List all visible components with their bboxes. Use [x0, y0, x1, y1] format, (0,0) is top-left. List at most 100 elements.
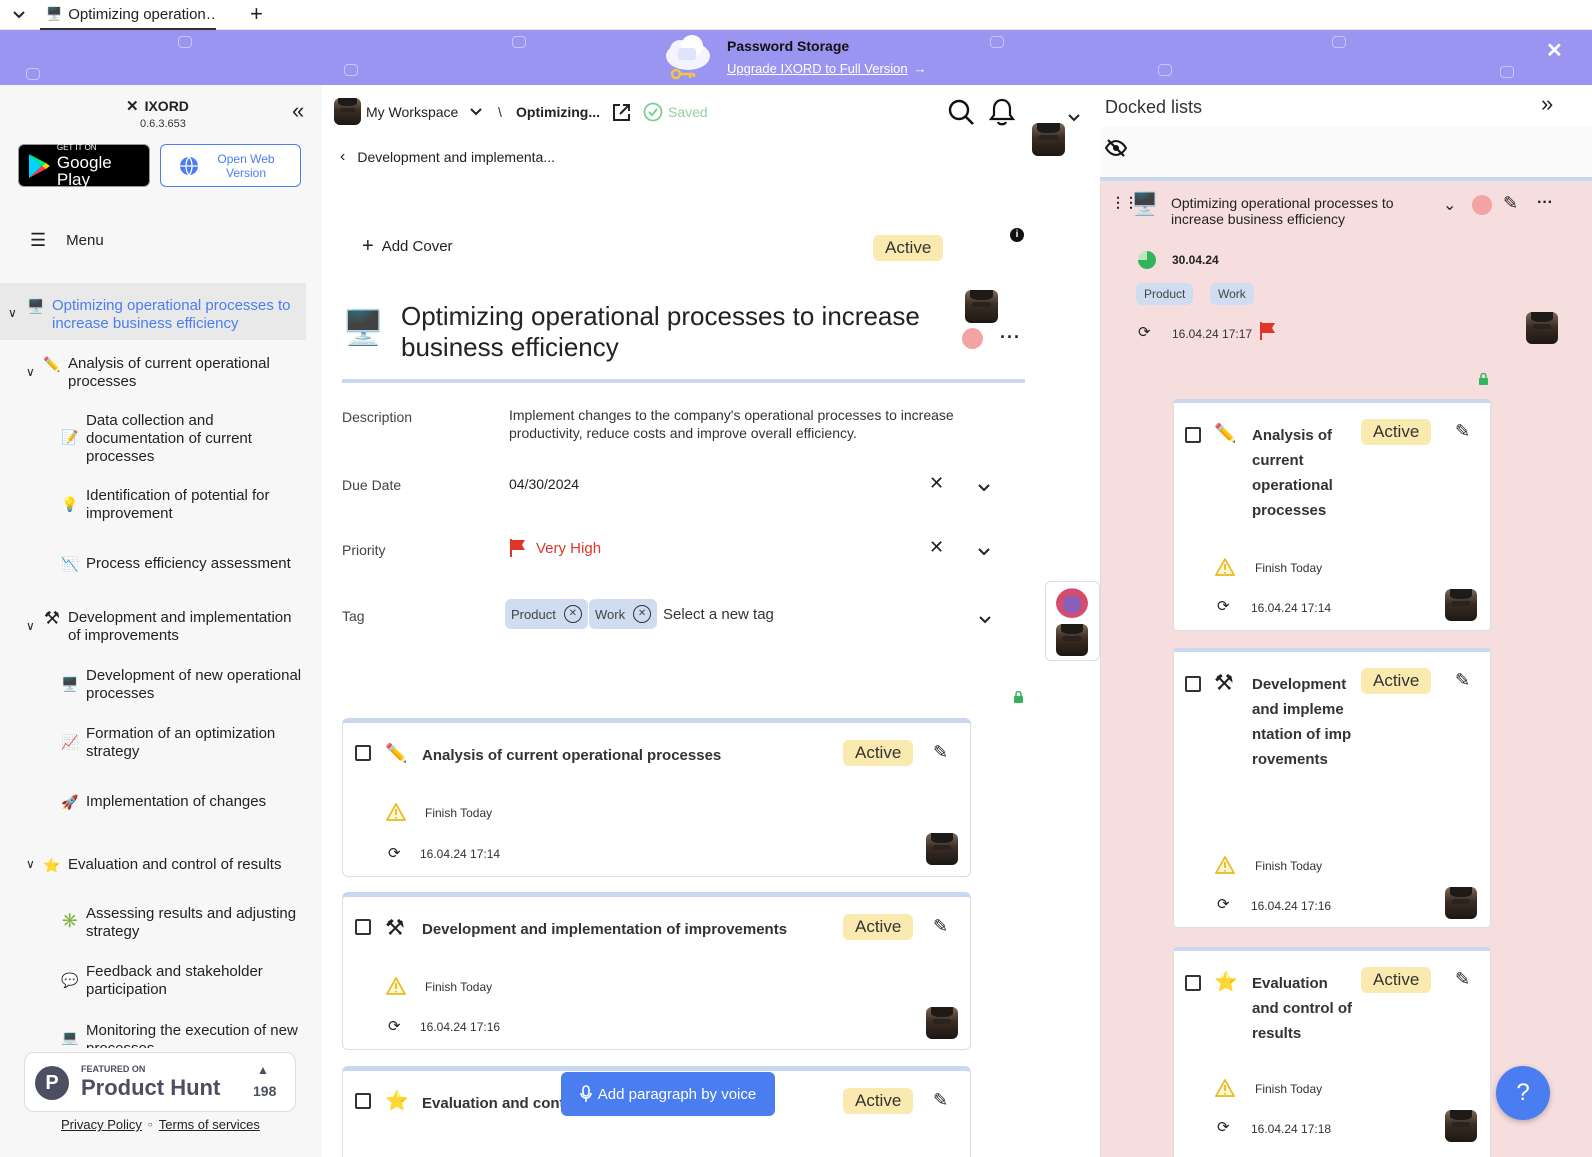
task-checkbox[interactable] [355, 919, 371, 935]
chevron-down-icon[interactable]: ∨ [8, 306, 17, 320]
priority-value[interactable]: Very High [536, 540, 601, 557]
clear-icon[interactable]: ✕ [929, 473, 944, 494]
tree-item[interactable]: 📉 Process efficiency assessment [60, 555, 302, 573]
close-banner-icon[interactable]: ✕ [1546, 38, 1563, 63]
tree-item[interactable]: ⚒ Development and implementation of impr… [42, 609, 302, 645]
more-options-icon[interactable]: ··· [1537, 194, 1553, 212]
card-title[interactable]: Evaluation and control of results [1252, 971, 1352, 1046]
help-button[interactable]: ? [1496, 1066, 1550, 1120]
assignee-avatar[interactable] [1445, 1110, 1477, 1142]
task-checkbox[interactable] [1185, 975, 1201, 991]
collaborator-avatar[interactable] [1056, 624, 1088, 656]
search-icon[interactable] [947, 98, 975, 129]
assignee-avatar[interactable] [1526, 312, 1558, 344]
new-tab-icon[interactable]: + [250, 2, 263, 26]
chevron-down-icon[interactable] [978, 479, 990, 495]
tree-item[interactable]: 🖥️ Optimizing operational processes to i… [26, 297, 298, 333]
tag-chip[interactable]: Product ✕ [505, 599, 588, 629]
user-avatar[interactable] [1032, 123, 1065, 156]
task-checkbox[interactable] [355, 1093, 371, 1109]
more-options-icon[interactable]: ··· [1000, 327, 1021, 348]
card-title[interactable]: Analysis of current operational processe… [1252, 423, 1352, 523]
terms-link[interactable]: Terms of services [159, 1117, 260, 1132]
privacy-link[interactable]: Privacy Policy [61, 1117, 142, 1132]
remove-tag-icon[interactable]: ✕ [633, 605, 652, 623]
remove-tag-icon[interactable]: ✕ [563, 605, 582, 623]
status-badge[interactable]: Active [843, 1088, 914, 1114]
chevron-down-icon[interactable] [978, 543, 990, 559]
chevron-down-icon[interactable] [1068, 109, 1080, 125]
tree-item[interactable]: 💡 Identification of potential for improv… [60, 487, 302, 523]
info-icon[interactable]: i [1010, 228, 1024, 242]
clear-icon[interactable]: ✕ [929, 537, 944, 558]
subtask-title[interactable]: Development and implementation of improv… [422, 921, 787, 938]
edit-icon[interactable]: ✎ [933, 916, 948, 937]
page-title[interactable]: Optimizing operational processes to incr… [401, 301, 921, 363]
open-external-icon[interactable] [612, 103, 631, 125]
status-badge[interactable]: Active [843, 740, 914, 766]
due-date-value[interactable]: 04/30/2024 [509, 476, 579, 492]
expand-right-icon[interactable]: » [1541, 93, 1553, 115]
card-title[interactable]: Development and implementation of improv… [1252, 672, 1352, 772]
status-badge[interactable]: Active [843, 914, 914, 940]
bell-icon[interactable] [988, 97, 1016, 130]
color-dot[interactable] [962, 328, 983, 349]
edit-icon[interactable]: ✎ [1503, 193, 1518, 214]
tag-select-placeholder[interactable]: Select a new tag [663, 606, 774, 623]
chevron-down-icon[interactable]: ∨ [26, 857, 35, 871]
subtask-title[interactable]: Analysis of current operational processe… [422, 747, 721, 764]
task-checkbox[interactable] [1185, 427, 1201, 443]
color-dot[interactable] [1472, 195, 1492, 215]
edit-icon[interactable]: ✎ [1455, 969, 1470, 990]
subtask-card[interactable]: ✏️ Analysis of current operational proce… [342, 718, 971, 877]
tag-chip[interactable]: Work [1210, 283, 1254, 305]
docked-card[interactable]: ⭐ Evaluation and control of results Acti… [1173, 947, 1491, 1157]
chevron-down-icon[interactable]: ∨ [26, 365, 35, 379]
task-checkbox[interactable] [1185, 676, 1201, 692]
task-checkbox[interactable] [355, 745, 371, 761]
collapse-icon[interactable]: ⌄ [1443, 195, 1456, 215]
subtask-title[interactable]: Evaluation and cont [422, 1095, 565, 1112]
assignee-avatar[interactable] [926, 833, 958, 865]
docked-card[interactable]: ⚒ Development and implementation of impr… [1173, 648, 1491, 928]
chevron-down-icon[interactable]: ∨ [26, 619, 35, 633]
assignee-avatar[interactable] [965, 290, 998, 323]
workspace-selector[interactable]: My Workspace [366, 104, 483, 120]
tree-item[interactable]: ✏️ Analysis of current operational proce… [42, 355, 302, 391]
menu-toggle[interactable]: ☰ Menu [30, 230, 104, 251]
chevron-down-icon[interactable] [10, 6, 28, 24]
assignee-avatar[interactable] [1445, 887, 1477, 919]
tree-item[interactable]: ⭐ Evaluation and control of results [42, 856, 302, 874]
google-play-button[interactable]: GET IT ON Google Play [18, 143, 150, 188]
tree-item[interactable]: 💻 Monitoring the execution of new proces… [60, 1022, 302, 1048]
edit-icon[interactable]: ✎ [933, 742, 948, 763]
add-cover-button[interactable]: + Add Cover [362, 236, 453, 256]
status-badge[interactable]: Active [1361, 967, 1432, 993]
browser-tab[interactable]: 🖥️ Optimizing operation… [40, 0, 216, 30]
tree-item[interactable]: 📝 Data collection and documentation of c… [60, 412, 302, 466]
voice-paragraph-button[interactable]: Add paragraph by voice [561, 1072, 775, 1116]
upgrade-link[interactable]: Upgrade IXORD to Full Version → [727, 61, 927, 76]
description-text[interactable]: Implement changes to the company's opera… [509, 406, 1009, 442]
tree-item[interactable]: 🚀 Implementation of changes [60, 793, 302, 811]
breadcrumb-current[interactable]: Optimizing... [516, 104, 600, 120]
edit-icon[interactable]: ✎ [1455, 421, 1470, 442]
subtask-card[interactable]: ⚒ Development and implementation of impr… [342, 892, 971, 1050]
tree-item[interactable]: 💬 Feedback and stakeholder participation [60, 963, 302, 999]
edit-icon[interactable]: ✎ [1455, 670, 1470, 691]
tree-item[interactable]: 📈 Formation of an optimization strategy [60, 725, 302, 761]
docked-card[interactable]: ✏️ Analysis of current operational proce… [1173, 399, 1491, 631]
status-badge[interactable]: Active [1361, 419, 1432, 445]
assignee-avatar[interactable] [926, 1007, 958, 1039]
docked-list-title[interactable]: Optimizing operational processes to incr… [1171, 195, 1411, 227]
collaborator-avatar[interactable] [1056, 588, 1088, 618]
product-hunt-badge[interactable]: P FEATURED ON Product Hunt ▲ 198 [24, 1052, 296, 1112]
open-web-version-button[interactable]: Open Web Version [160, 144, 301, 187]
tag-chip[interactable]: Product [1136, 283, 1194, 305]
tree-item[interactable]: ✳️ Assessing results and adjusting strat… [60, 905, 302, 941]
back-link[interactable]: ‹ Development and implementa... [340, 148, 555, 166]
status-badge[interactable]: Active [1361, 668, 1432, 694]
status-badge[interactable]: Active [873, 235, 944, 261]
tree-item[interactable]: 🖥️ Development of new operational proces… [60, 667, 302, 703]
edit-icon[interactable]: ✎ [933, 1090, 948, 1111]
